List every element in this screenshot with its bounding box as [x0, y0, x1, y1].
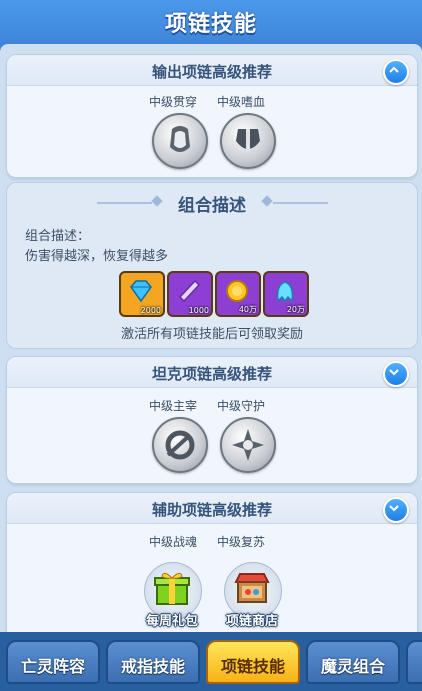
header: 项链技能 [0, 0, 422, 44]
bottom-tab-bar: 亡灵阵容 戒指技能 项链技能 魔灵组合 [0, 632, 422, 691]
skill-label: 中级嗜血 [217, 95, 266, 109]
tab-label: 亡灵阵容 [20, 657, 85, 676]
section-output: 输出项链高级推荐 中级贯穿 中级嗜血 [6, 54, 418, 178]
tab-ring-skills[interactable]: 戒指技能 [106, 640, 200, 684]
tab-necklace-skills[interactable]: 项链技能 [206, 640, 300, 684]
collapse-toggle-button[interactable] [383, 59, 409, 85]
section-header[interactable]: 坦克项链高级推荐 [7, 357, 417, 388]
armor-skill-icon[interactable] [220, 113, 276, 169]
reward-item[interactable]: 1000 [167, 271, 213, 317]
expand-toggle-button[interactable] [383, 497, 409, 523]
combo-description: 伤害得越深，恢复得越多 [25, 249, 169, 264]
shield-skill-icon[interactable] [220, 417, 276, 473]
shop-icon [234, 573, 270, 603]
reward-amount: 20万 [286, 305, 305, 314]
content-panel: 输出项链高级推荐 中级贯穿 中级嗜血 组合描述 组合描述： 伤害得越深，恢复得越… [0, 44, 422, 632]
expand-toggle-button[interactable] [383, 361, 409, 387]
combo-reward-note: 激活所有项链技能后可领取奖励 [120, 327, 303, 342]
skill-label: 中级战魂 [149, 535, 198, 549]
warrior-skill-icon[interactable] [152, 113, 208, 169]
page-title: 项链技能 [164, 12, 257, 37]
section-tank: 坦克项链高级推荐 中级主宰 中级守护 [6, 356, 418, 484]
weekly-gift-label: 每周礼包 [145, 614, 198, 629]
combo-description-panel: 组合描述 组合描述： 伤害得越深，恢复得越多 2000 1000 40万 20万… [6, 182, 418, 349]
section-header[interactable]: 输出项链高级推荐 [7, 55, 417, 86]
spirit-icon [276, 281, 294, 303]
section-title: 输出项链高级推荐 [151, 63, 272, 81]
crystal-icon [178, 279, 201, 303]
chain-skill-icon[interactable] [152, 417, 208, 473]
reward-item[interactable]: 40万 [215, 271, 261, 317]
necklace-shop-button[interactable]: 项链商店 [220, 562, 284, 632]
chevron-down-icon [389, 369, 399, 376]
gold-coin-icon [226, 280, 248, 302]
skill-label: 中级守护 [217, 399, 266, 413]
reward-item[interactable]: 20万 [263, 271, 309, 317]
necklace-shop-label: 项链商店 [225, 614, 278, 629]
divider-right [273, 202, 328, 204]
tab-label: 魔灵组合 [320, 657, 385, 676]
section-header[interactable]: 辅助项链高级推荐 [7, 493, 417, 524]
tab-undead-lineup[interactable]: 亡灵阵容 [6, 640, 100, 684]
tab-demon-spirit-combo[interactable]: 魔灵组合 [306, 640, 400, 684]
tab-label: 项链技能 [220, 657, 285, 676]
tab-label: 戒指技能 [120, 657, 185, 676]
reward-amount: 2000 [140, 306, 161, 315]
skill-label: 中级复苏 [217, 535, 266, 549]
chevron-up-icon [389, 66, 399, 73]
skill-label: 中级主宰 [149, 399, 198, 413]
gift-box-icon [154, 572, 190, 605]
diamond-icon [130, 280, 152, 303]
section-title: 辅助项链高级推荐 [151, 501, 272, 519]
weekly-gift-button[interactable]: 每周礼包 [140, 562, 204, 632]
reward-amount: 1000 [188, 306, 209, 315]
section-title: 坦克项链高级推荐 [151, 365, 272, 383]
tab-overflow[interactable] [406, 640, 422, 684]
chevron-down-icon [389, 505, 399, 512]
reward-amount: 40万 [238, 305, 257, 314]
reward-item[interactable]: 2000 [119, 271, 165, 317]
combo-title: 组合描述 [178, 196, 246, 216]
skill-label: 中级贯穿 [149, 95, 198, 109]
combo-label: 组合描述： [25, 229, 91, 244]
